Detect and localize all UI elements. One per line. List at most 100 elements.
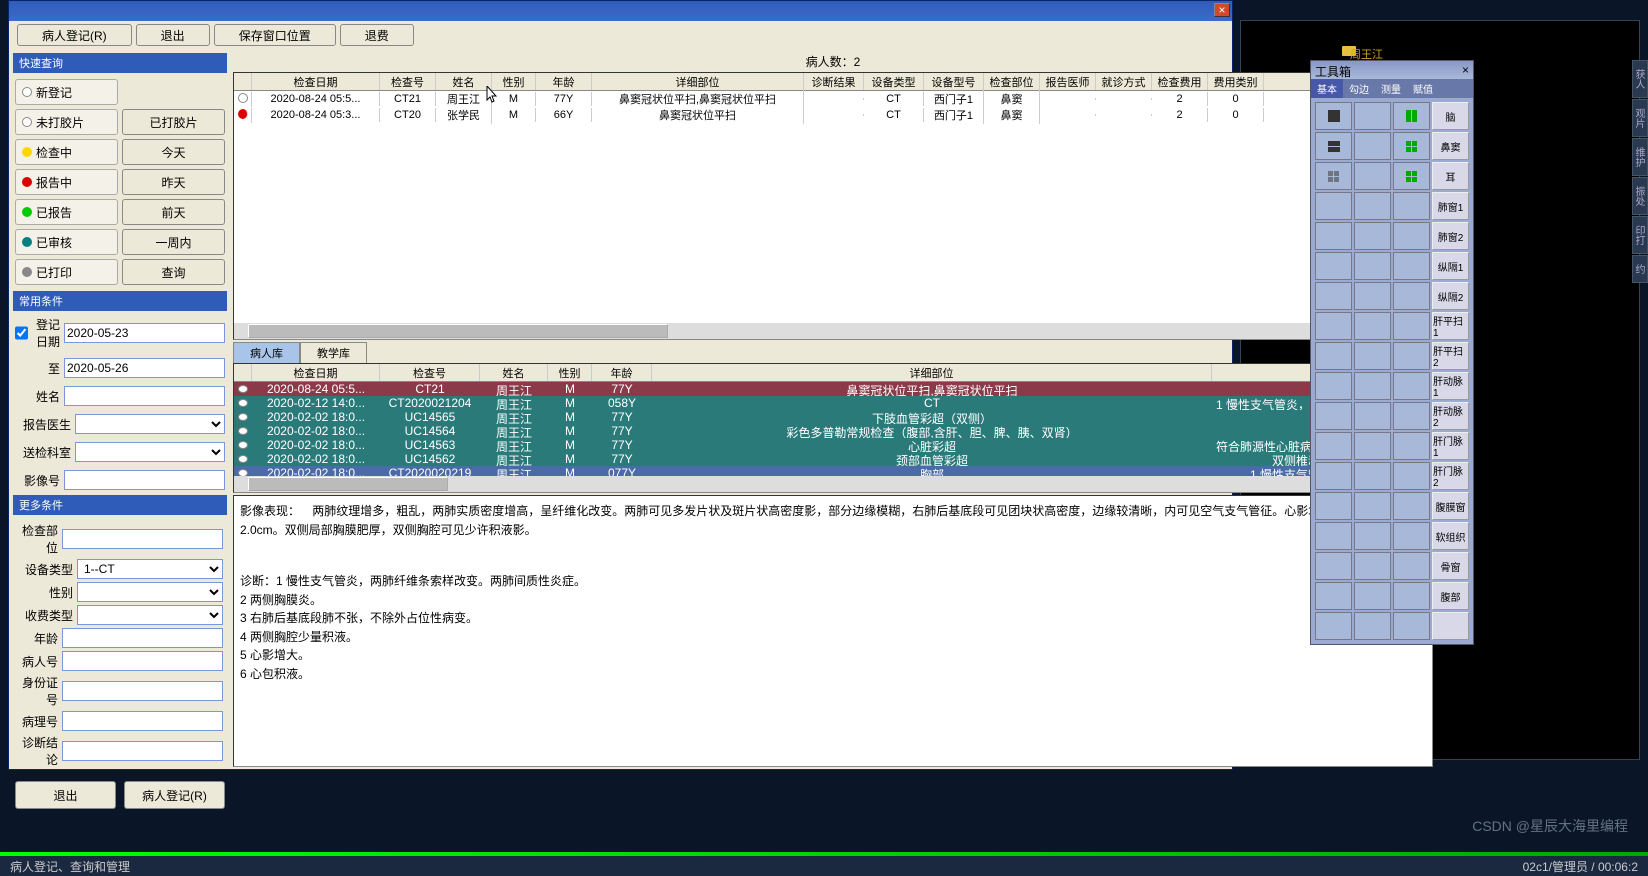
toolbox-tool[interactable] bbox=[1393, 492, 1430, 520]
hscrollbar[interactable] bbox=[234, 323, 1432, 339]
toolbox-tool[interactable] bbox=[1393, 402, 1430, 430]
input-age[interactable] bbox=[62, 628, 223, 648]
toolbox-tool[interactable] bbox=[1315, 462, 1352, 490]
btn-printed[interactable]: 已打胶片 bbox=[122, 109, 225, 135]
toolbox-titlebar[interactable]: 工具箱× bbox=[1311, 61, 1473, 79]
history-table[interactable]: 检查日期检查号姓名性别年龄详细部位 2020-08-24 05:5...CT21… bbox=[233, 363, 1433, 493]
toolbox-preset[interactable]: 耳 bbox=[1432, 162, 1469, 190]
side-tab[interactable]: 印打 bbox=[1632, 216, 1648, 254]
btn-yesterday[interactable]: 昨天 bbox=[122, 169, 225, 195]
toolbox-tool[interactable] bbox=[1315, 132, 1352, 160]
toolbox-tool[interactable] bbox=[1354, 612, 1391, 640]
toolbox-tool[interactable] bbox=[1315, 162, 1352, 190]
menu-register[interactable]: 病人登记(R) bbox=[17, 24, 132, 46]
report-text[interactable]: 影像表现： 两肺纹理增多，粗乱，两肺实质密度增高，呈纤维化改变。两肺可见多发片状… bbox=[233, 495, 1433, 767]
date-to[interactable] bbox=[64, 358, 225, 378]
table-row[interactable]: 2020-08-24 05:3...CT20张学民M66Y鼻窦冠状位平扫CT西门… bbox=[234, 107, 1432, 123]
toolbox-tool[interactable] bbox=[1393, 282, 1430, 310]
input-cno[interactable] bbox=[62, 711, 223, 731]
toolbox-tool[interactable] bbox=[1315, 492, 1352, 520]
toolbox-tool[interactable] bbox=[1315, 612, 1352, 640]
toolbox-preset[interactable]: 肝门脉2 bbox=[1432, 462, 1469, 490]
toolbox-tool[interactable] bbox=[1315, 342, 1352, 370]
btn-register[interactable]: 病人登记(R) bbox=[124, 781, 225, 809]
filter-printed2[interactable]: 已打印 bbox=[15, 259, 118, 285]
toolbox-tool[interactable] bbox=[1354, 522, 1391, 550]
toolbox-tool[interactable] bbox=[1315, 402, 1352, 430]
select-sex[interactable] bbox=[77, 582, 223, 602]
toolbox-tool[interactable] bbox=[1393, 582, 1430, 610]
toolbox-tool[interactable] bbox=[1393, 222, 1430, 250]
toolbox-preset[interactable]: 脑 bbox=[1432, 102, 1469, 130]
history-row[interactable]: 2020-02-02 18:0...UC14562周王江M77Y颈部血管彩超双侧… bbox=[234, 452, 1432, 466]
toolbox-preset[interactable]: 肝门脉1 bbox=[1432, 432, 1469, 460]
filter-unprinted[interactable]: 未打胶片 bbox=[15, 109, 118, 135]
toolbox-tool[interactable] bbox=[1354, 402, 1391, 430]
side-tab[interactable]: 维护 bbox=[1632, 138, 1648, 176]
toolbox-tool[interactable] bbox=[1393, 462, 1430, 490]
menu-exit[interactable]: 退出 bbox=[136, 24, 210, 46]
toolbox-preset[interactable]: 肝平扫2 bbox=[1432, 342, 1469, 370]
input-pno[interactable] bbox=[62, 651, 223, 671]
table-row[interactable]: 2020-08-24 05:5...CT21周王江M77Y鼻窦冠状位平扫,鼻窦冠… bbox=[234, 91, 1432, 107]
toolbox-tool[interactable] bbox=[1354, 582, 1391, 610]
toolbox-tool[interactable] bbox=[1354, 462, 1391, 490]
toolbox-preset[interactable]: 腹膜窗 bbox=[1432, 492, 1469, 520]
toolbox-preset[interactable]: 肝动脉2 bbox=[1432, 402, 1469, 430]
filter-reporting[interactable]: 报告中 bbox=[15, 169, 118, 195]
toolbox-tool[interactable] bbox=[1393, 552, 1430, 580]
toolbox-tool[interactable] bbox=[1315, 372, 1352, 400]
toolbox-tool[interactable] bbox=[1354, 312, 1391, 340]
date-from[interactable] bbox=[64, 323, 225, 343]
toolbox-tool[interactable] bbox=[1315, 312, 1352, 340]
select-doctor[interactable] bbox=[75, 414, 225, 434]
side-tab[interactable]: 观片 bbox=[1632, 99, 1648, 137]
toolbox-tool[interactable] bbox=[1315, 282, 1352, 310]
input-diag[interactable] bbox=[62, 741, 223, 761]
btn-week[interactable]: 一周内 bbox=[122, 229, 225, 255]
toolbox-preset[interactable]: 肝动脉1 bbox=[1432, 372, 1469, 400]
history-row[interactable]: 2020-08-24 05:5...CT21周王江M77Y鼻窦冠状位平扫,鼻窦冠… bbox=[234, 382, 1432, 396]
toolbox-tool[interactable] bbox=[1315, 252, 1352, 280]
toolbox-tool[interactable] bbox=[1393, 372, 1430, 400]
menu-save-pos[interactable]: 保存窗口位置 bbox=[214, 24, 336, 46]
history-row[interactable]: 2020-02-02 18:0...UC14563周王江M77Y心脏彩超符合肺源… bbox=[234, 438, 1432, 452]
toolbox-tool[interactable] bbox=[1354, 192, 1391, 220]
toolbox-preset[interactable]: 肝平扫1 bbox=[1432, 312, 1469, 340]
side-tab[interactable]: 获人 bbox=[1632, 60, 1648, 98]
close-icon[interactable]: × bbox=[1214, 3, 1230, 17]
chk-regdate[interactable] bbox=[15, 323, 28, 343]
toolbox-close-icon[interactable]: × bbox=[1462, 63, 1469, 77]
toolbox-tool[interactable] bbox=[1393, 612, 1430, 640]
toolbox-tool[interactable] bbox=[1393, 102, 1430, 130]
toolbox-preset[interactable]: 纵隔1 bbox=[1432, 252, 1469, 280]
toolbox-tool[interactable] bbox=[1315, 582, 1352, 610]
history-row[interactable]: 2020-02-12 14:0...CT2020021204周王江M058YCT… bbox=[234, 396, 1432, 410]
filter-new-reg[interactable]: 新登记 bbox=[15, 79, 118, 105]
toolbox-preset[interactable]: 骨窗 bbox=[1432, 552, 1469, 580]
toolbox-tool[interactable] bbox=[1354, 342, 1391, 370]
toolbox-tool[interactable] bbox=[1315, 432, 1352, 460]
toolbox-tool[interactable] bbox=[1393, 432, 1430, 460]
input-name[interactable] bbox=[64, 386, 225, 406]
menu-refund[interactable]: 退费 bbox=[340, 24, 414, 46]
toolbox-tool[interactable] bbox=[1354, 492, 1391, 520]
input-idno[interactable] bbox=[62, 681, 223, 701]
btn-daybefore[interactable]: 前天 bbox=[122, 199, 225, 225]
toolbox-preset[interactable]: 腹部 bbox=[1432, 582, 1469, 610]
toolbox-tool[interactable] bbox=[1354, 282, 1391, 310]
input-part[interactable] bbox=[62, 529, 223, 549]
toolbox-tool[interactable] bbox=[1315, 222, 1352, 250]
toolbox-tab[interactable]: 测量 bbox=[1375, 79, 1407, 98]
filter-audited[interactable]: 已审核 bbox=[15, 229, 118, 255]
side-tab[interactable]: 振处 bbox=[1632, 177, 1648, 215]
history-row[interactable]: 2020-02-02 18:0...UC14565周王江M77Y下肢血管彩超（双… bbox=[234, 410, 1432, 424]
toolbox-window[interactable]: 工具箱× 基本勾边测量赋值 脑鼻窦耳肺窗1肺窗2纵隔1纵隔2肝平扫1肝平扫2肝动… bbox=[1310, 60, 1474, 645]
select-dept[interactable] bbox=[75, 442, 225, 462]
tab-teach-db[interactable]: 教学库 bbox=[300, 342, 367, 363]
toolbox-tool[interactable] bbox=[1354, 432, 1391, 460]
btn-exit[interactable]: 退出 bbox=[15, 781, 116, 809]
input-imgno[interactable] bbox=[64, 470, 225, 490]
toolbox-preset[interactable] bbox=[1432, 612, 1469, 640]
toolbox-tool[interactable] bbox=[1393, 252, 1430, 280]
